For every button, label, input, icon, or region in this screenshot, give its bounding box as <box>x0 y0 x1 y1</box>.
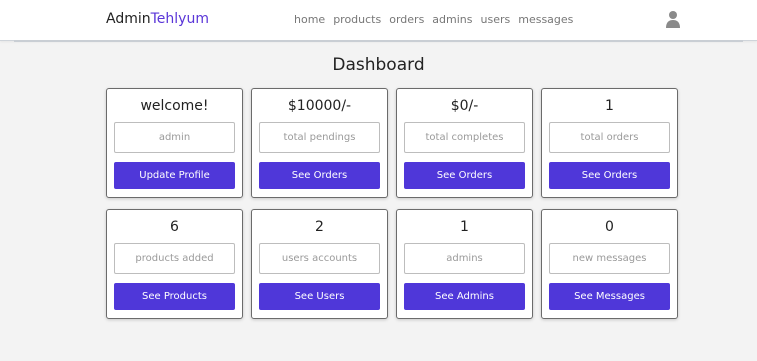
card-value: welcome! <box>140 98 209 114</box>
card-welcome: welcome! admin Update Profile <box>106 88 243 198</box>
nav-messages[interactable]: messages <box>518 13 573 26</box>
header-divider <box>14 40 743 42</box>
see-orders-button[interactable]: See Orders <box>259 162 380 189</box>
card-users-accounts: 2 users accounts See Users <box>251 209 388 319</box>
card-value: 1 <box>605 98 614 114</box>
card-value: 0 <box>605 219 614 235</box>
see-orders-button[interactable]: See Orders <box>549 162 670 189</box>
see-orders-button[interactable]: See Orders <box>404 162 525 189</box>
card-total-pendings: $10000/- total pendings See Orders <box>251 88 388 198</box>
top-header: AdminTehlyum home products orders admins… <box>0 0 757 42</box>
card-label-box: total completes <box>404 122 525 153</box>
card-label-box: admins <box>404 243 525 274</box>
card-label-box: new messages <box>549 243 670 274</box>
card-label-box: total orders <box>549 122 670 153</box>
logo[interactable]: AdminTehlyum <box>106 11 209 27</box>
card-value: 6 <box>170 219 179 235</box>
nav-products[interactable]: products <box>333 13 381 26</box>
see-admins-button[interactable]: See Admins <box>404 283 525 310</box>
see-products-button[interactable]: See Products <box>114 283 235 310</box>
card-label-box: users accounts <box>259 243 380 274</box>
card-value: $10000/- <box>287 98 352 114</box>
card-label-box: admin <box>114 122 235 153</box>
card-label-box: total pendings <box>259 122 380 153</box>
logo-text-brand: Tehlyum <box>150 11 209 27</box>
card-value: 2 <box>315 219 324 235</box>
main-nav: home products orders admins users messag… <box>294 13 573 26</box>
card-total-orders: 1 total orders See Orders <box>541 88 678 198</box>
card-label-box: products added <box>114 243 235 274</box>
card-total-completes: $0/- total completes See Orders <box>396 88 533 198</box>
nav-users[interactable]: users <box>481 13 511 26</box>
card-products-added: 6 products added See Products <box>106 209 243 319</box>
page-title: Dashboard <box>332 55 425 75</box>
user-icon[interactable] <box>665 10 681 28</box>
card-value: 1 <box>460 219 469 235</box>
nav-admins[interactable]: admins <box>432 13 472 26</box>
see-messages-button[interactable]: See Messages <box>549 283 670 310</box>
card-value: $0/- <box>450 98 479 114</box>
card-admins: 1 admins See Admins <box>396 209 533 319</box>
nav-home[interactable]: home <box>294 13 325 26</box>
update-profile-button[interactable]: Update Profile <box>114 162 235 189</box>
nav-orders[interactable]: orders <box>389 13 424 26</box>
see-users-button[interactable]: See Users <box>259 283 380 310</box>
logo-text-admin: Admin <box>106 11 151 27</box>
card-new-messages: 0 new messages See Messages <box>541 209 678 319</box>
